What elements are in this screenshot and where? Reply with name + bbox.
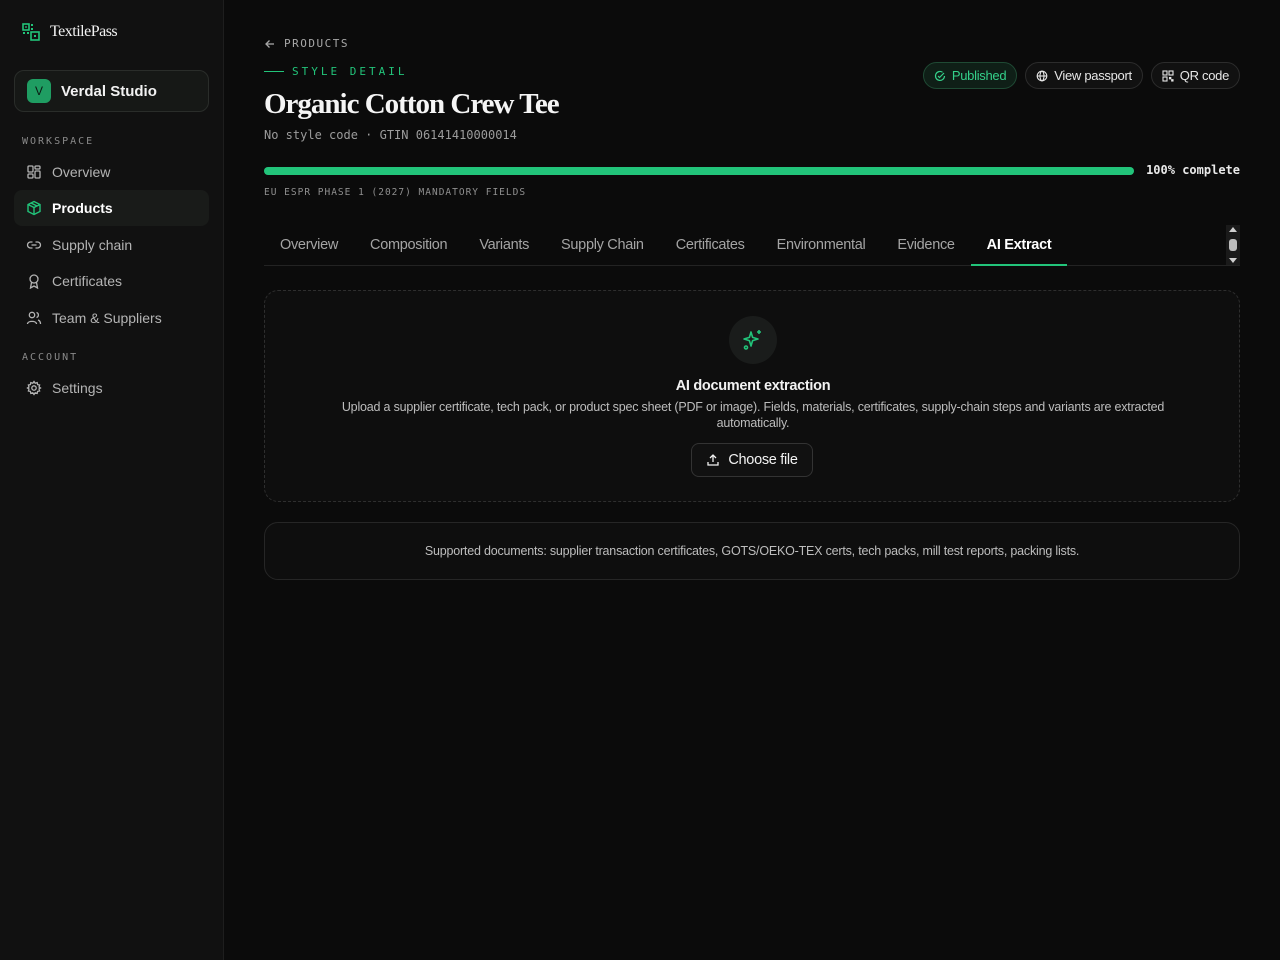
link-icon (26, 241, 42, 249)
sidebar-item-label: Certificates (52, 273, 123, 289)
completeness-progress: 100% complete (264, 163, 1240, 179)
status-label: Published (951, 68, 1007, 83)
sidebar-item-supply-chain[interactable]: Supply chain (14, 227, 209, 263)
supported-documents-text: Supported documents: supplier transactio… (424, 544, 1080, 558)
sidebar-item-label: Overview (52, 164, 111, 180)
status-badge[interactable]: Published (922, 62, 1018, 89)
extract-description: Upload a supplier certificate, tech pack… (341, 400, 1165, 430)
tab-environmental[interactable]: Environmental (761, 225, 882, 265)
sidebar-item-certificates[interactable]: Certificates (14, 263, 209, 299)
eyebrow-label: STYLE DETAIL (292, 65, 408, 78)
choose-file-label: Choose file (728, 452, 798, 468)
scroll-down-icon[interactable] (1229, 258, 1237, 263)
award-icon (29, 274, 39, 289)
supported-documents-note: Supported documents: supplier transactio… (264, 522, 1240, 580)
header-actions: Published View passport QR code (922, 62, 1240, 89)
sidebar-item-products[interactable]: Products (14, 190, 209, 226)
org-avatar: V (27, 79, 51, 103)
org-switcher[interactable]: V Verdal Studio (14, 70, 209, 112)
breadcrumb-label: PRODUCTS (284, 37, 349, 50)
progress-label: 100% complete (1146, 163, 1240, 177)
sidebar-item-label: Settings (52, 380, 103, 396)
product-meta: No style code · GTIN 06141410000014 (264, 128, 517, 142)
upload-dropzone[interactable]: AI document extraction Upload a supplier… (264, 290, 1240, 502)
box-icon (27, 200, 41, 216)
app-name: TextilePass (50, 23, 118, 40)
page-title: Organic Cotton Crew Tee (264, 88, 560, 120)
progress-track (264, 167, 1134, 175)
tab-bar: Overview Composition Variants Supply Chain C… (264, 225, 1240, 266)
tab-scrollbar[interactable] (1226, 225, 1240, 265)
logo-icon (22, 23, 40, 41)
extract-title: AI document extraction (675, 378, 831, 394)
sidebar-item-label: Products (52, 200, 113, 216)
upload-icon (707, 454, 720, 466)
scroll-thumb[interactable] (1229, 239, 1237, 251)
view-passport-button[interactable]: View passport (1025, 62, 1143, 89)
tab-supply-chain[interactable]: Supply Chain (545, 225, 660, 265)
tab-overview[interactable]: Overview (264, 225, 354, 265)
qr-code-icon (1162, 69, 1174, 82)
arrow-left-icon (265, 39, 274, 48)
section-label-account: ACCOUNT (22, 352, 79, 363)
users-icon (26, 311, 42, 325)
sidebar-item-settings[interactable]: Settings (14, 370, 209, 406)
sidebar-item-label: Team & Suppliers (52, 310, 162, 326)
choose-file-button[interactable]: Choose file (691, 443, 813, 477)
eyebrow-line (264, 71, 284, 72)
gear-icon (26, 380, 42, 396)
tab-variants[interactable]: Variants (463, 225, 545, 265)
globe-icon (1036, 70, 1048, 81)
eyebrow: STYLE DETAIL (264, 65, 407, 78)
sparkles-icon (729, 316, 777, 364)
sidebar-item-overview[interactable]: Overview (14, 154, 209, 190)
sidebar: TextilePass V Verdal Studio WORKSPACE Ov… (0, 0, 224, 960)
section-label-workspace: WORKSPACE (22, 136, 95, 147)
sidebar-item-team-suppliers[interactable]: Team & Suppliers (14, 300, 209, 336)
qr-code-button[interactable]: QR code (1150, 62, 1240, 89)
grid-icon (27, 165, 41, 179)
brand[interactable]: TextilePass (22, 22, 118, 42)
check-circle-icon (934, 70, 945, 81)
org-name: Verdal Studio (61, 82, 157, 100)
tab-ai-extract[interactable]: AI Extract (970, 225, 1068, 266)
tab-evidence[interactable]: Evidence (881, 225, 970, 265)
sidebar-item-label: Supply chain (52, 237, 133, 253)
view-passport-label: View passport (1054, 68, 1132, 83)
tab-certificates[interactable]: Certificates (660, 225, 761, 265)
breadcrumb[interactable]: PRODUCTS (264, 37, 349, 50)
progress-caption: EU ESPR PHASE 1 (2027) MANDATORY FIELDS (264, 187, 527, 198)
tab-composition[interactable]: Composition (354, 225, 463, 265)
progress-fill (264, 167, 1134, 175)
scroll-up-icon[interactable] (1229, 227, 1237, 232)
qr-code-label: QR code (1179, 68, 1230, 83)
